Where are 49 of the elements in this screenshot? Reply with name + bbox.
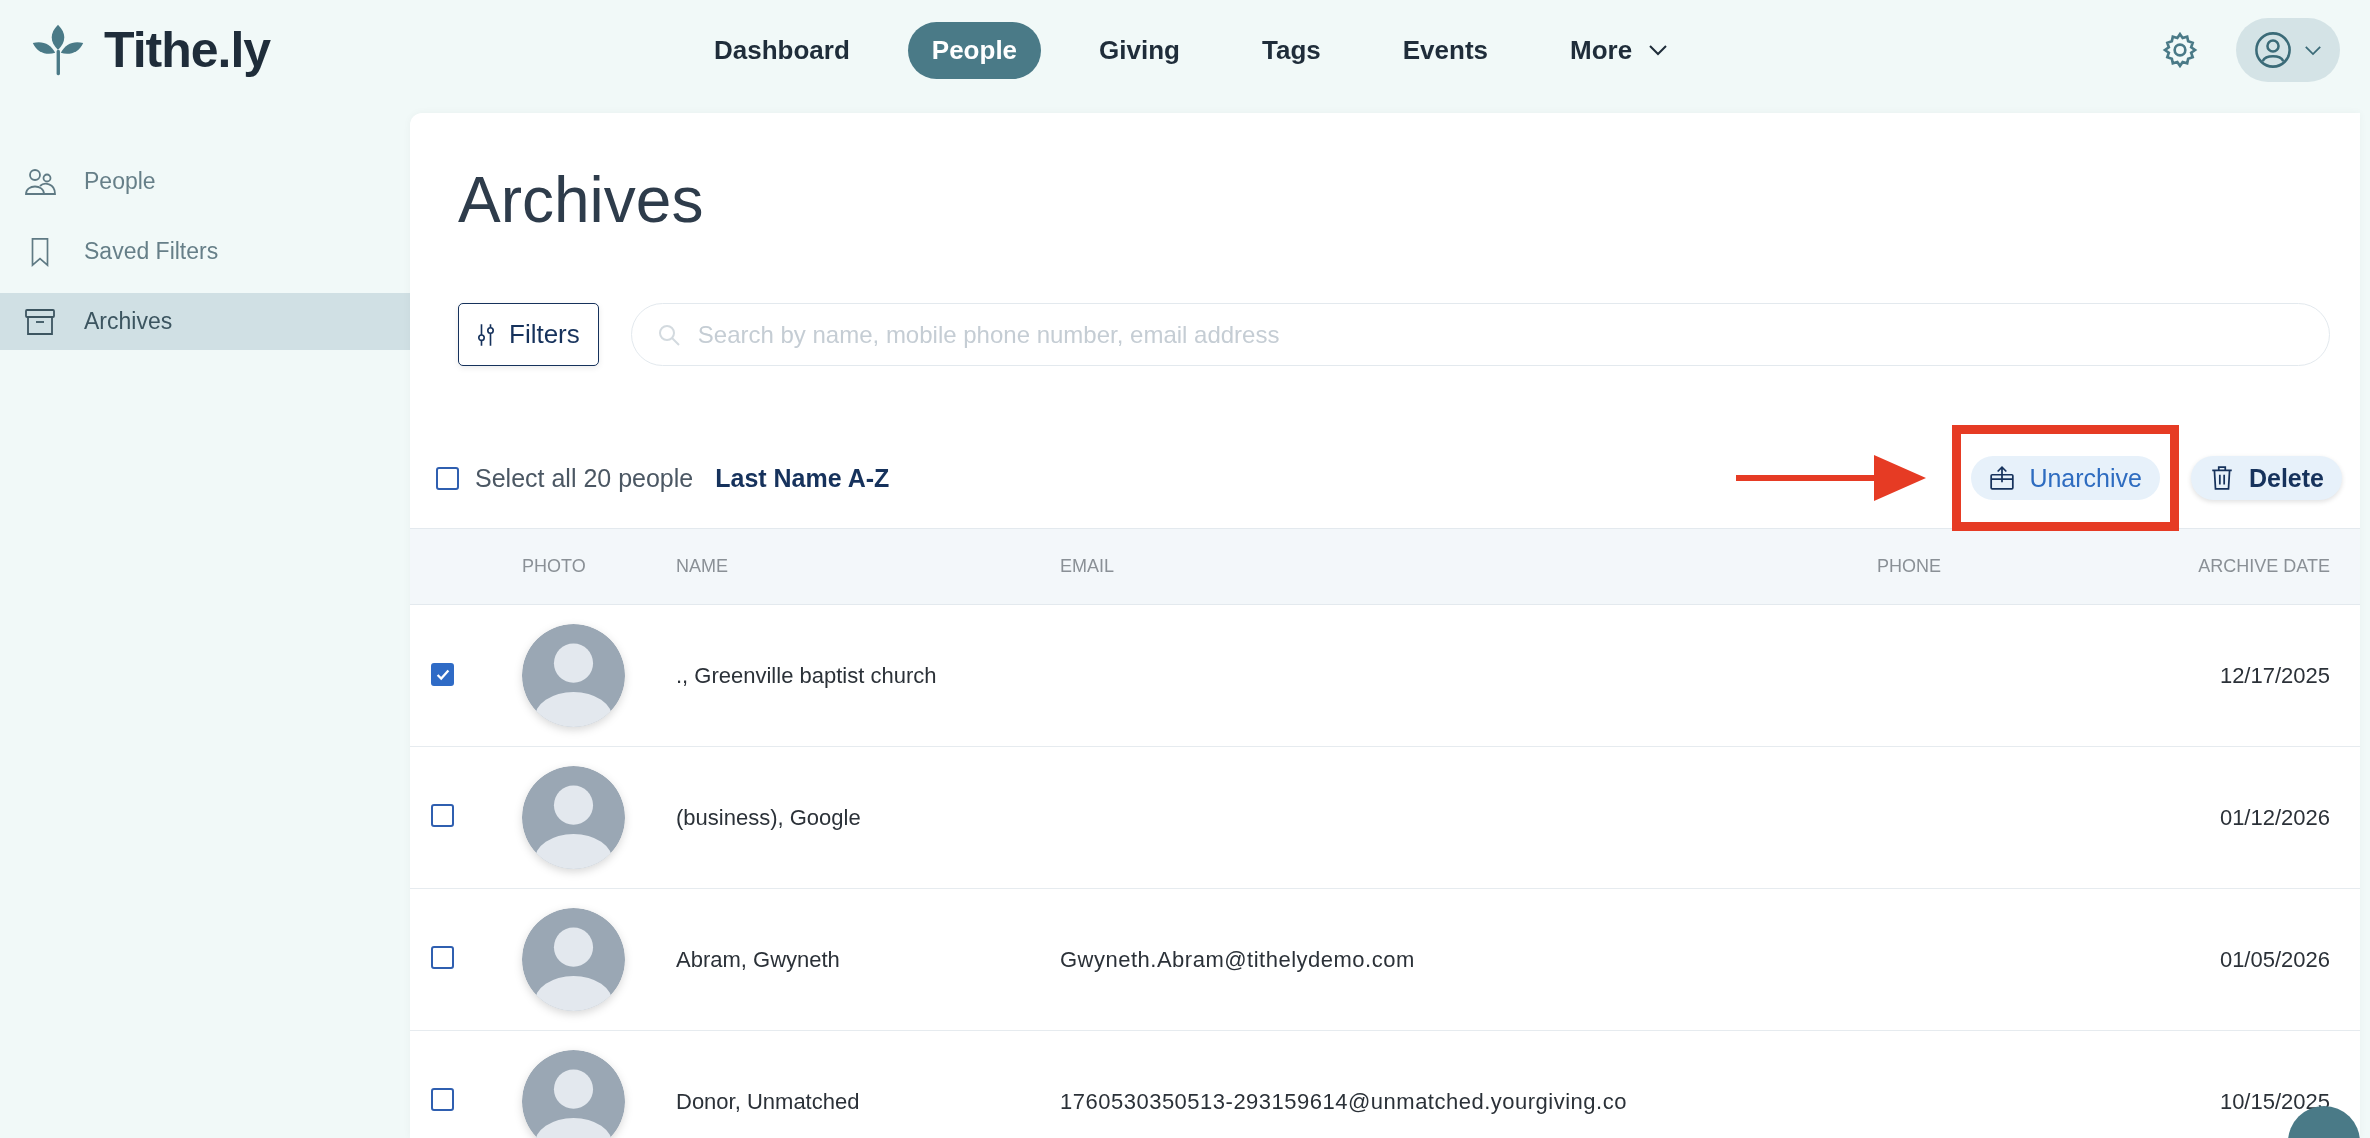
column-header: PHOTO (522, 556, 587, 577)
unarchive-button[interactable]: Unarchive (1971, 456, 2160, 500)
nav-tab[interactable]: Events (1378, 21, 1512, 79)
nav-tab[interactable]: People (907, 21, 1042, 79)
email-cell-text: Gwyneth.Abram@tithelydemo.com (1060, 946, 1416, 973)
search-field[interactable]: Search by name, mobile phone number, email address (630, 303, 2330, 366)
row-checkbox[interactable] (431, 804, 454, 827)
avatar-placeholder-icon (522, 624, 625, 727)
avatar-placeholder-icon (522, 766, 625, 869)
delete-button[interactable]: Delete (2190, 456, 2342, 500)
user-avatar-icon (2254, 31, 2292, 69)
select-all-label: Select all 20 people (475, 463, 694, 493)
avatar-placeholder-icon (522, 1050, 625, 1138)
brand-name: Tithe.ly (104, 21, 271, 79)
chevron-down-icon (2304, 44, 2322, 56)
row-checkbox[interactable] (431, 663, 454, 687)
nav-tab[interactable]: Tags (1237, 21, 1345, 79)
archive-date-cell: 12/17/2025 (2219, 662, 2330, 689)
avatar-placeholder-icon (522, 908, 625, 1011)
page-title: Archives (457, 163, 705, 238)
name-cell-text: Donor, Unmatched (676, 1088, 861, 1115)
name-cell-text: ., Greenville baptist church (676, 662, 938, 689)
nav-tab[interactable]: Giving (1075, 21, 1204, 79)
column-header: NAME (676, 556, 729, 577)
name-cell-text: Abram, Gwyneth (676, 946, 841, 973)
column-header: EMAIL (1060, 556, 1116, 577)
nav-tab[interactable]: More (1546, 21, 1693, 79)
settings-icon[interactable] (2160, 30, 2200, 70)
archive-date-cell: 10/15/2025 (2219, 1088, 2330, 1115)
row-checkbox[interactable] (431, 946, 454, 969)
row-checkbox[interactable] (431, 1088, 454, 1111)
archive-date-cell: 01/12/2026 (2219, 804, 2330, 831)
column-header: ARCHIVE DATE (2198, 556, 2330, 577)
search-icon (656, 323, 681, 347)
archive-date-cell: 01/05/2026 (2219, 946, 2330, 973)
sort-link[interactable]: Last Name A-Z (709, 463, 890, 493)
chevron-down-icon (1648, 44, 1669, 56)
sidebar-item[interactable]: Archives (0, 293, 410, 350)
archive-box-icon (24, 306, 56, 337)
filters-button[interactable]: Filters (458, 303, 599, 366)
box-upload-icon (1989, 465, 2016, 491)
select-all-checkbox[interactable] (436, 466, 459, 490)
people-icon (24, 166, 56, 197)
name-cell-text: (business), Google (676, 804, 862, 831)
nav-tab[interactable]: Dashboard (690, 21, 874, 79)
sidebar-item[interactable]: People (0, 153, 410, 210)
column-header: PHONE (1877, 556, 1942, 577)
sidebar-item[interactable]: Saved Filters (0, 223, 410, 280)
email-cell-text: 1760530350513-293159614@unmatched.yourgiving.co (1060, 1088, 1628, 1115)
